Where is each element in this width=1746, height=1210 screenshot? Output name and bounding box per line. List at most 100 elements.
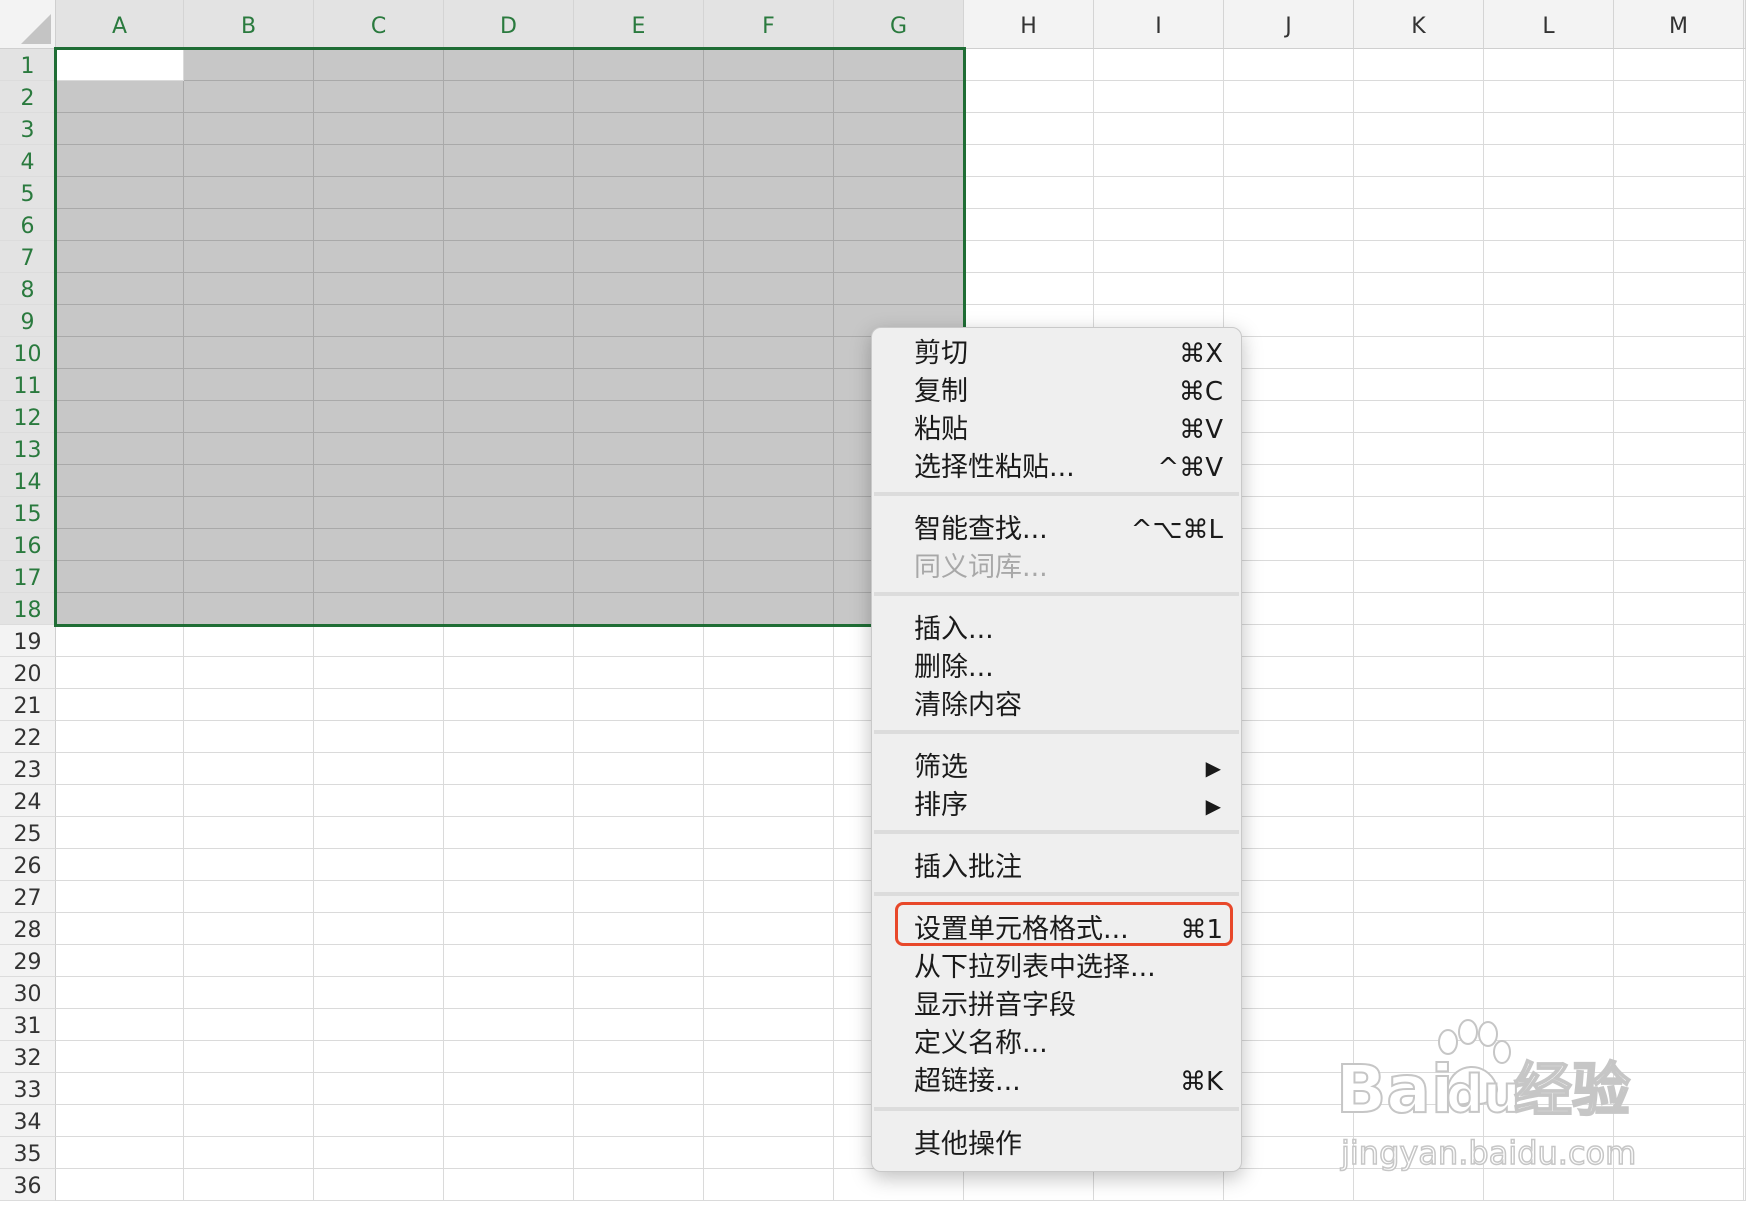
cell-e9[interactable] [574, 305, 704, 337]
row-header-31[interactable]: 31 [0, 1009, 56, 1041]
row-header-17[interactable]: 17 [0, 561, 56, 593]
column-header-g[interactable]: G [834, 0, 964, 49]
cell-k17[interactable] [1354, 561, 1484, 593]
cell-a13[interactable] [56, 433, 184, 465]
cell-b8[interactable] [184, 273, 314, 305]
cell-l1[interactable] [1484, 49, 1614, 81]
cell-k2[interactable] [1354, 81, 1484, 113]
cell-e29[interactable] [574, 945, 704, 977]
cell-g36[interactable] [834, 1169, 964, 1201]
cell-b9[interactable] [184, 305, 314, 337]
cell-l13[interactable] [1484, 433, 1614, 465]
cell-k7[interactable] [1354, 241, 1484, 273]
cell-k10[interactable] [1354, 337, 1484, 369]
cell-c18[interactable] [314, 593, 444, 625]
cell-k35[interactable] [1354, 1137, 1484, 1169]
cell-j29[interactable] [1224, 945, 1354, 977]
cell-l19[interactable] [1484, 625, 1614, 657]
cell-d33[interactable] [444, 1073, 574, 1105]
cell-a15[interactable] [56, 497, 184, 529]
menu-item-16[interactable]: 超链接... ⌘K [872, 1063, 1241, 1101]
cell-j6[interactable] [1224, 209, 1354, 241]
cell-k26[interactable] [1354, 849, 1484, 881]
cell-k16[interactable] [1354, 529, 1484, 561]
cell-d21[interactable] [444, 689, 574, 721]
cell-g4[interactable] [834, 145, 964, 177]
cell-m20[interactable] [1614, 657, 1744, 689]
cell-c32[interactable] [314, 1041, 444, 1073]
cell-m29[interactable] [1614, 945, 1744, 977]
cell-a29[interactable] [56, 945, 184, 977]
cell-m19[interactable] [1614, 625, 1744, 657]
cell-h8[interactable] [964, 273, 1094, 305]
row-header-9[interactable]: 9 [0, 305, 56, 337]
cell-f18[interactable] [704, 593, 834, 625]
cell-d13[interactable] [444, 433, 574, 465]
cell-m13[interactable] [1614, 433, 1744, 465]
cell-j28[interactable] [1224, 913, 1354, 945]
cell-e14[interactable] [574, 465, 704, 497]
cell-j34[interactable] [1224, 1105, 1354, 1137]
cell-a17[interactable] [56, 561, 184, 593]
cell-f34[interactable] [704, 1105, 834, 1137]
cell-l33[interactable] [1484, 1073, 1614, 1105]
cell-f23[interactable] [704, 753, 834, 785]
cell-c5[interactable] [314, 177, 444, 209]
cell-l21[interactable] [1484, 689, 1614, 721]
cell-d17[interactable] [444, 561, 574, 593]
cell-g6[interactable] [834, 209, 964, 241]
cell-b22[interactable] [184, 721, 314, 753]
cell-d31[interactable] [444, 1009, 574, 1041]
cell-j9[interactable] [1224, 305, 1354, 337]
cell-k28[interactable] [1354, 913, 1484, 945]
cell-e19[interactable] [574, 625, 704, 657]
cell-d12[interactable] [444, 401, 574, 433]
cell-e8[interactable] [574, 273, 704, 305]
cell-j14[interactable] [1224, 465, 1354, 497]
row-header-32[interactable]: 32 [0, 1041, 56, 1073]
cell-j17[interactable] [1224, 561, 1354, 593]
cell-a36[interactable] [56, 1169, 184, 1201]
cell-e33[interactable] [574, 1073, 704, 1105]
cell-a35[interactable] [56, 1137, 184, 1169]
cell-l29[interactable] [1484, 945, 1614, 977]
cell-a34[interactable] [56, 1105, 184, 1137]
cell-l10[interactable] [1484, 337, 1614, 369]
cell-l8[interactable] [1484, 273, 1614, 305]
column-header-m[interactable]: M [1614, 0, 1744, 49]
cell-f9[interactable] [704, 305, 834, 337]
cell-f32[interactable] [704, 1041, 834, 1073]
cell-d16[interactable] [444, 529, 574, 561]
cell-m26[interactable] [1614, 849, 1744, 881]
cell-j25[interactable] [1224, 817, 1354, 849]
cell-i36[interactable] [1094, 1169, 1224, 1201]
cell-j15[interactable] [1224, 497, 1354, 529]
cell-k12[interactable] [1354, 401, 1484, 433]
cell-j10[interactable] [1224, 337, 1354, 369]
cell-l25[interactable] [1484, 817, 1614, 849]
cell-a22[interactable] [56, 721, 184, 753]
cell-m4[interactable] [1614, 145, 1744, 177]
cell-b14[interactable] [184, 465, 314, 497]
cell-e23[interactable] [574, 753, 704, 785]
row-header-2[interactable]: 2 [0, 81, 56, 113]
cell-f4[interactable] [704, 145, 834, 177]
cell-f3[interactable] [704, 113, 834, 145]
cell-d35[interactable] [444, 1137, 574, 1169]
cell-b7[interactable] [184, 241, 314, 273]
cell-j18[interactable] [1224, 593, 1354, 625]
cell-c12[interactable] [314, 401, 444, 433]
cell-j8[interactable] [1224, 273, 1354, 305]
cell-b24[interactable] [184, 785, 314, 817]
column-header-k[interactable]: K [1354, 0, 1484, 49]
cell-e20[interactable] [574, 657, 704, 689]
row-header-6[interactable]: 6 [0, 209, 56, 241]
cell-j7[interactable] [1224, 241, 1354, 273]
cell-i5[interactable] [1094, 177, 1224, 209]
cell-m24[interactable] [1614, 785, 1744, 817]
cell-f2[interactable] [704, 81, 834, 113]
cell-m35[interactable] [1614, 1137, 1744, 1169]
cell-k29[interactable] [1354, 945, 1484, 977]
cell-b5[interactable] [184, 177, 314, 209]
cell-f29[interactable] [704, 945, 834, 977]
